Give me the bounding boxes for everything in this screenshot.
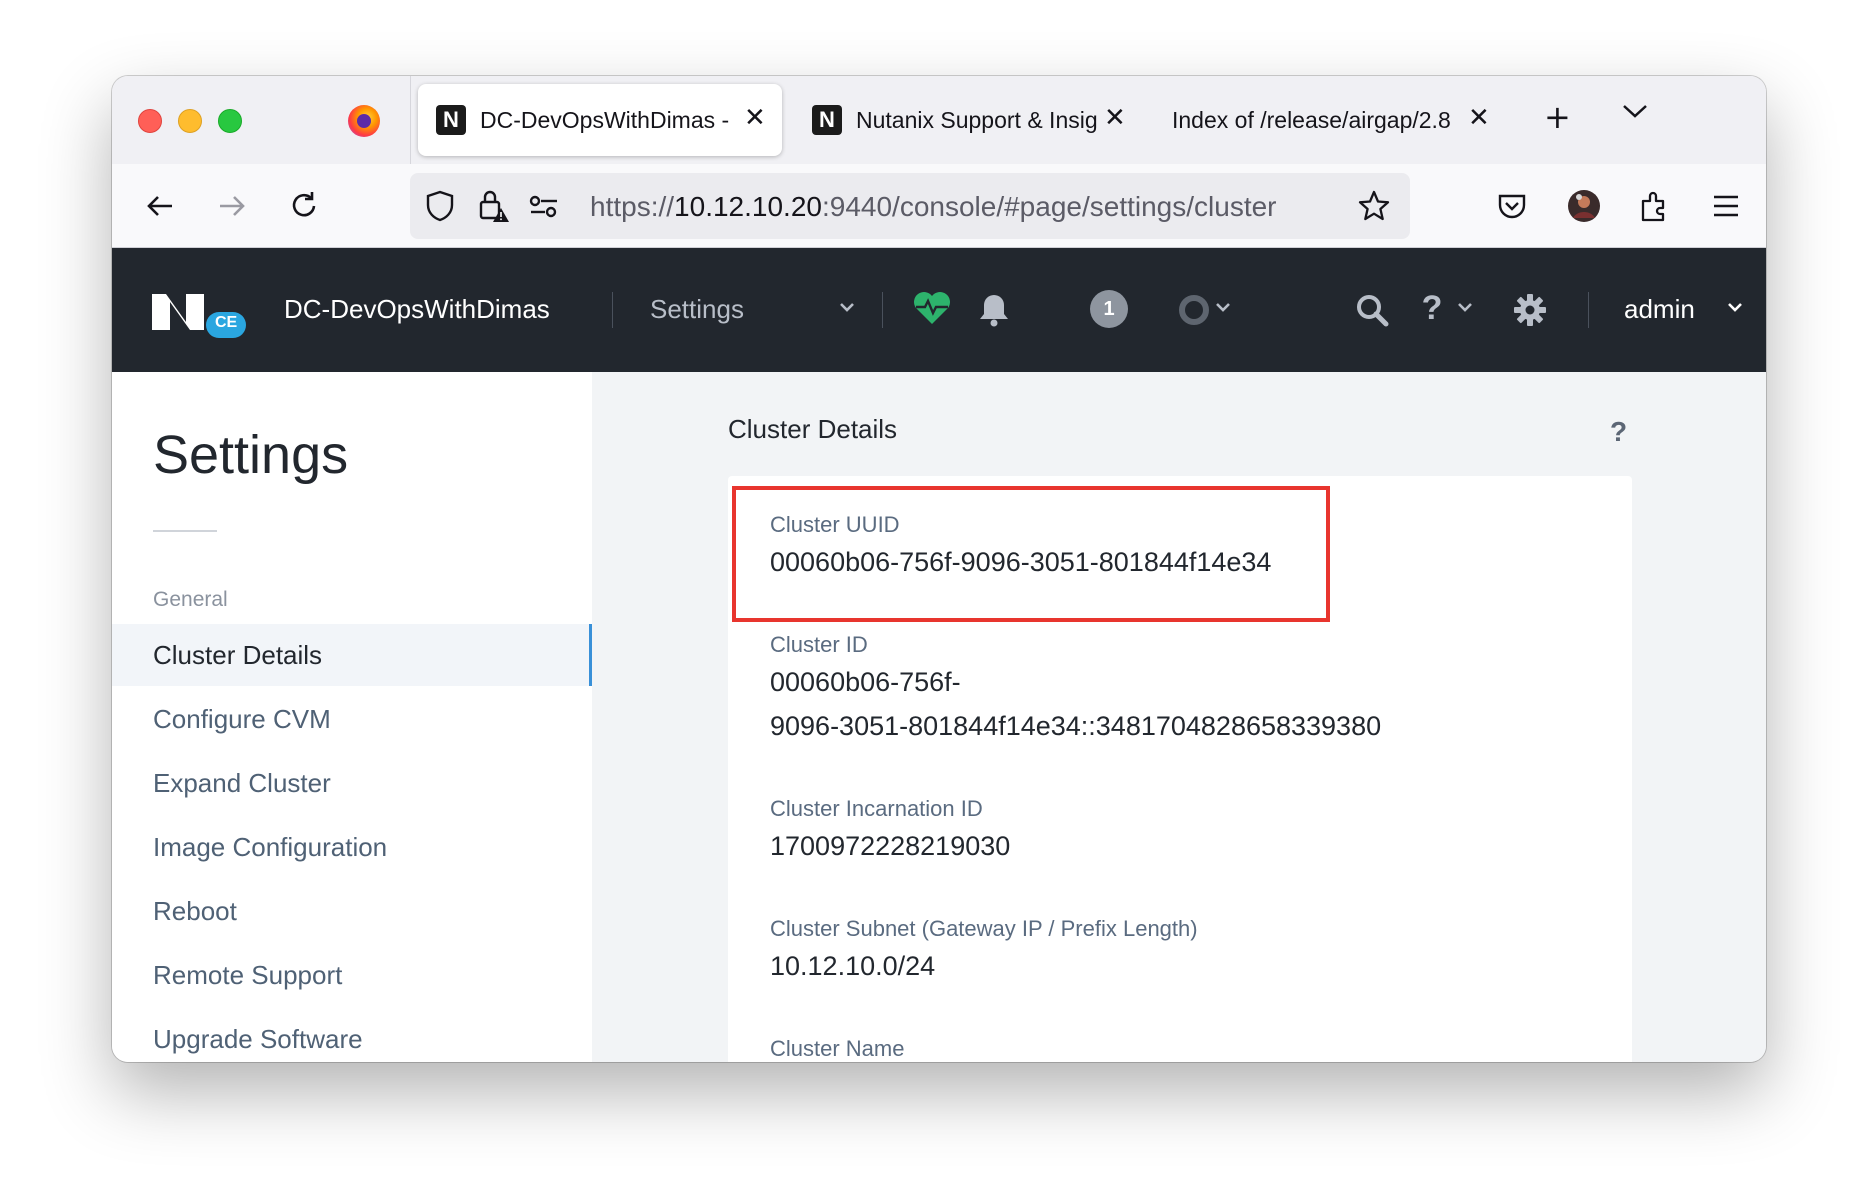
ce-badge-text: CE [215,314,238,331]
cluster-uuid-label: Cluster UUID [770,512,900,537]
new-tab-icon[interactable]: + [1544,98,1571,136]
cluster-subnet-value: 10.12.10.0/24 [770,951,936,981]
sidebar-item-remote-support[interactable]: Remote Support [112,944,592,1006]
permissions-icon[interactable] [524,186,564,226]
cluster-name-label: Cluster Name [770,1036,905,1061]
menu-icon[interactable] [1706,186,1746,226]
shield-icon[interactable] [420,186,460,226]
close-tab-icon[interactable]: ✕ [1104,102,1126,133]
tab-divider [410,76,411,164]
tasks-chevron-down-icon[interactable] [1214,288,1232,328]
section-chevron-down-icon[interactable] [838,288,856,328]
tab-list-chevron-icon[interactable] [1620,96,1650,126]
bookmark-star-icon[interactable] [1354,186,1394,226]
help-icon[interactable]: ? [1412,288,1452,328]
close-tab-icon[interactable]: ✕ [1468,102,1490,133]
sidebar-item-configure-cvm[interactable]: Configure CVM [112,688,592,750]
nutanix-favicon-icon: N [436,105,466,135]
tab-index-release[interactable]: Index of /release/airgap/2.8 ✕ [1146,84,1490,156]
section-selector[interactable]: Settings [650,294,744,325]
account-avatar-icon[interactable] [1564,186,1604,226]
sidebar-item-upgrade-software[interactable]: Upgrade Software [112,1008,592,1062]
url-scheme: https:// [590,191,675,222]
main-content: Cluster Details ? Cluster UUID 00060b06-… [592,372,1766,1062]
page-title: Cluster Details [728,414,898,444]
forward-arrow-icon[interactable] [212,186,252,226]
extensions-icon[interactable] [1634,186,1674,226]
minimize-window-button[interactable] [178,109,202,133]
sidebar-divider [153,530,217,532]
nutanix-favicon-icon: N [812,105,842,135]
insecure-lock-icon[interactable] [474,186,514,226]
tab-title: DC-DevOpsWithDimas - [480,106,730,133]
cluster-id-value-line2: 9096-3051-801844f14e34::3481704828658339… [770,711,1382,741]
sidebar-group-label: General [153,588,228,611]
tab-title: Nutanix Support & Insig [856,106,1098,133]
tab-title: Index of /release/airgap/2.8 [1172,106,1451,133]
user-menu[interactable]: admin [1624,294,1695,325]
gear-icon[interactable] [1510,290,1550,330]
sidebar-item-expand-cluster[interactable]: Expand Cluster [112,752,592,814]
tasks-circle-icon[interactable] [1174,290,1214,330]
header-divider [612,292,613,328]
reload-icon[interactable] [284,186,324,226]
bell-icon[interactable] [974,290,1014,330]
cluster-subnet-label: Cluster Subnet (Gateway IP / Prefix Leng… [770,916,1198,941]
user-chevron-down-icon[interactable] [1726,288,1744,328]
prism-header: CE DC-DevOpsWithDimas Settings 1 ? admin [112,248,1766,372]
maximize-window-button[interactable] [218,109,242,133]
url-path: :9440/console/#page/settings/cluster [821,191,1277,222]
page-help-icon[interactable]: ? [1610,416,1627,448]
close-tab-icon[interactable]: ✕ [744,102,766,133]
sidebar-item-reboot[interactable]: Reboot [112,880,592,942]
header-divider [882,292,883,328]
cluster-name: DC-DevOpsWithDimas [284,294,550,324]
health-heart-icon[interactable] [912,288,952,328]
cluster-uuid-value: 00060b06-756f-9096-3051-801844f14e34 [770,547,1272,577]
sidebar-item-image-configuration[interactable]: Image Configuration [112,816,592,878]
sidebar-item-cluster-details[interactable]: Cluster Details [112,624,592,686]
url-host: 10.12.10.20 [674,191,822,222]
cluster-incarnation-id-value: 1700972228219030 [770,831,1011,861]
cluster-details-card: Cluster UUID 00060b06-756f-9096-3051-801… [728,476,1632,1062]
help-chevron-down-icon[interactable] [1456,288,1474,328]
browser-window: N DC-DevOpsWithDimas - ✕ N Nutanix Suppo… [112,76,1766,1062]
address-bar[interactable]: https://10.12.10.20:9440/console/#page/s… [410,173,1410,239]
tab-nutanix-support[interactable]: N Nutanix Support & Insig ✕ [794,84,1134,156]
back-arrow-icon[interactable] [140,186,180,226]
settings-sidebar: Settings General Cluster Details Configu… [112,372,592,1062]
pocket-icon[interactable] [1492,186,1532,226]
search-icon[interactable] [1352,290,1392,330]
tab-strip: N DC-DevOpsWithDimas - ✕ N Nutanix Suppo… [112,76,1766,164]
cluster-incarnation-id-label: Cluster Incarnation ID [770,796,983,821]
close-window-button[interactable] [138,109,162,133]
firefox-icon[interactable] [348,105,380,137]
navigation-toolbar: https://10.12.10.20:9440/console/#page/s… [112,164,1766,248]
cluster-id-label: Cluster ID [770,632,868,657]
url-text[interactable]: https://10.12.10.20:9440/console/#page/s… [590,191,1277,223]
sidebar-title: Settings [153,425,349,485]
cluster-id-value-line1: 00060b06-756f- [770,667,961,697]
tasks-icon-placeholder [1090,290,1130,330]
tab-dc-devops[interactable]: N DC-DevOpsWithDimas - ✕ [418,84,782,156]
nutanix-ce-logo[interactable]: CE [152,292,248,340]
header-divider [1588,292,1589,328]
